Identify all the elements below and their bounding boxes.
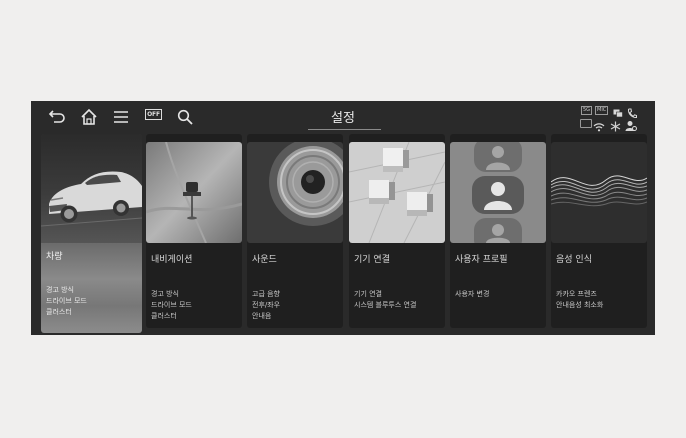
speaker-image [247,142,343,243]
settings-card-grid: 차량 경고 방식 드라이브 모드 클러스터 내비게이션 경고 방식 드라이브 모… [41,134,647,333]
card-sub-item[interactable]: 드라이브 모드 [151,300,192,311]
card-navigation[interactable]: 내비게이션 경고 방식 드라이브 모드 클러스터 [146,134,242,328]
card-sound[interactable]: 사운드 고급 음향 전후/좌우 안내음 [247,134,343,328]
home-icon[interactable] [79,107,99,127]
status-area: 5G MIC [579,103,649,132]
head-unit-screen: OFF 설정 5G MIC 차량 경고 방식 드라이브 모드 클러스터 내비게이… [31,101,655,335]
card-sub-items: 카카오 프렌즈 안내음성 최소화 [556,289,603,311]
card-label: 사용자 프로필 [455,255,508,265]
card-sub-item[interactable]: 클러스터 [151,311,192,322]
navigation-image [146,142,242,243]
card-sub-item[interactable]: 클러스터 [46,307,87,318]
status-chip-2: MIC [595,106,609,115]
off-label: OFF [147,111,160,118]
search-icon[interactable] [175,107,195,127]
card-sub-items: 경고 방식 드라이브 모드 클러스터 [151,289,192,322]
card-label: 음성 인식 [556,255,592,265]
back-icon[interactable] [47,107,67,127]
menu-icon[interactable] [111,107,131,127]
card-label: 차량 [46,252,63,262]
off-icon[interactable]: OFF [145,109,162,120]
card-sub-item[interactable]: 안내음 [252,311,280,322]
card-vehicle[interactable]: 차량 경고 방식 드라이브 모드 클러스터 [41,134,142,333]
card-sub-items: 사용자 변경 [455,289,489,300]
status-chip-1: 5G [581,106,593,115]
card-sub-item[interactable]: 기기 연결 [354,289,416,300]
page-title: 설정 [331,111,355,126]
card-sub-items: 고급 음향 전후/좌우 안내음 [252,289,280,322]
profiles-image [450,142,546,243]
battery-icon [580,119,592,128]
card-sub-item[interactable]: 경고 방식 [151,289,192,300]
card-device-connection[interactable]: 기기 연결 기기 연결 시스템 블루투스 연결 [349,134,445,328]
card-voice-recognition[interactable]: 음성 인식 카카오 프렌즈 안내음성 최소화 [551,134,647,328]
card-sub-item[interactable]: 시스템 블루투스 연결 [354,300,416,311]
card-sub-item[interactable]: 고급 음향 [252,289,280,300]
card-sub-item[interactable]: 경고 방식 [46,285,87,296]
cubes-image [349,142,445,243]
card-sub-item[interactable]: 안내음성 최소화 [556,300,603,311]
card-label: 사운드 [252,255,277,265]
card-sub-item[interactable]: 드라이브 모드 [46,296,87,307]
vehicle-image [41,134,142,243]
card-sub-item[interactable]: 전후/좌우 [252,300,280,311]
title-underline [308,129,381,130]
card-label: 내비게이션 [151,255,193,265]
soundwave-image [551,142,647,243]
card-sub-items: 기기 연결 시스템 블루투스 연결 [354,289,416,311]
card-sub-item[interactable]: 카카오 프렌즈 [556,289,603,300]
card-sub-items: 경고 방식 드라이브 모드 클러스터 [46,285,87,318]
top-bar: OFF 설정 5G MIC [31,101,655,132]
card-label: 기기 연결 [354,255,390,265]
card-sub-item[interactable]: 사용자 변경 [455,289,489,300]
card-user-profile[interactable]: 사용자 프로필 사용자 변경 [450,134,546,328]
